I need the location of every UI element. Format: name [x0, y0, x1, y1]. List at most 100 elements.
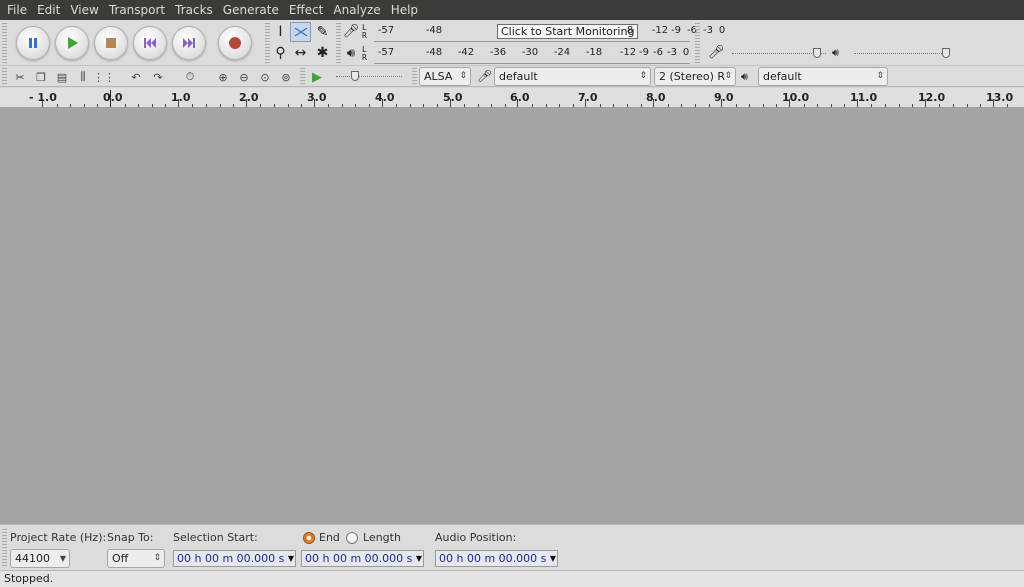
zoom-in-icon[interactable]: ⊕ — [213, 68, 233, 86]
ruler-minor-tick — [641, 104, 642, 107]
ruler-minor-tick — [776, 104, 777, 107]
menu-help[interactable]: Help — [386, 0, 423, 20]
skip-to-end-button[interactable] — [172, 26, 206, 60]
play-speed-slider[interactable] — [336, 76, 402, 77]
menu-transport[interactable]: Transport — [104, 0, 170, 20]
paste-icon[interactable]: ▤ — [52, 68, 72, 86]
speaker-icon: 🔊︎ — [832, 46, 839, 59]
skip-to-start-button[interactable] — [133, 26, 167, 60]
ruler-minor-tick — [953, 104, 954, 107]
play-at-speed-grip[interactable] — [300, 68, 305, 86]
playback-volume-thumb[interactable] — [942, 48, 950, 58]
microphone-icon: 🎤︎ — [477, 69, 493, 83]
ruler-minor-tick — [301, 104, 302, 107]
time-shift-tool-icon[interactable]: ↔ — [290, 43, 311, 63]
selection-end-field[interactable]: 00 h 00 m 00.000 s ▼ — [301, 550, 424, 567]
chevron-down-icon: ▼ — [549, 554, 556, 563]
play-speed-thumb[interactable] — [351, 71, 359, 81]
ruler-minor-tick — [57, 104, 58, 107]
audio-host-select[interactable]: ALSA ⇕ — [419, 67, 471, 86]
play-at-speed-icon[interactable]: ▶ — [307, 68, 327, 86]
cut-icon[interactable]: ✂ — [10, 68, 30, 86]
meter-tick-label: -12 — [651, 24, 669, 36]
selection-toolbar-grip[interactable] — [2, 529, 7, 567]
ruler-minor-tick — [573, 104, 574, 107]
skip-start-icon — [144, 38, 156, 48]
selection-tool-icon[interactable]: I — [270, 22, 291, 42]
draw-tool-icon[interactable]: ✎ — [312, 22, 333, 42]
meter-tick-label: -57 — [377, 24, 395, 36]
ruler-label: 4.0 — [375, 91, 395, 104]
redo-icon[interactable]: ↷ — [148, 68, 168, 86]
fit-selection-icon[interactable]: ⊙ — [255, 68, 275, 86]
ruler-minor-tick — [831, 104, 832, 107]
ruler-label: 2.0 — [239, 91, 259, 104]
menu-effect[interactable]: Effect — [284, 0, 329, 20]
zoom-tool-icon[interactable]: ⚲ — [270, 43, 291, 63]
edit-device-row: ✂ ❐ ▤ ⫼ ⋮⋮ ↶ ↷ ⏱ ⊕ ⊖ ⊙ ⊚ ▶ ALSA ⇕ 🎤︎ defa… — [0, 65, 1024, 87]
meter-tick-label: 0 — [718, 24, 726, 36]
menu-file[interactable]: File — [2, 0, 32, 20]
playback-device-select[interactable]: default ⇕ — [758, 67, 888, 86]
end-radio[interactable] — [303, 532, 315, 544]
menu-edit[interactable]: Edit — [32, 0, 65, 20]
microphone-icon[interactable]: 🎤︎ — [340, 22, 362, 42]
multi-tool-icon[interactable]: ✱ — [312, 43, 333, 63]
recording-meter[interactable]: 🎤︎ LR Click to Start Monitoring -57 -48 8-… — [340, 21, 725, 42]
chevron-down-icon: ▼ — [287, 554, 294, 563]
ruler-minor-tick — [695, 104, 696, 107]
ruler-minor-tick — [220, 104, 221, 107]
trim-icon[interactable]: ⫼ — [73, 68, 93, 86]
play-head-marker[interactable] — [110, 90, 111, 107]
recording-volume-thumb[interactable] — [812, 48, 821, 58]
meter-tick-label: -24 — [553, 46, 571, 58]
transport-toolbar-grip[interactable] — [2, 23, 7, 63]
timeline-ruler[interactable]: - 1.0 0.0 1.0 2.0 3.0 4.0 5.0 6.0 7.0 8.0 9.0 10.0 1… — [0, 88, 1024, 108]
audio-position-field[interactable]: 00 h 00 m 00.000 s ▼ — [435, 550, 558, 567]
menu-generate[interactable]: Generate — [218, 0, 284, 20]
recording-channels-select[interactable]: 2 (Stereo) R ⇕ — [654, 67, 736, 86]
stop-button[interactable] — [94, 26, 128, 60]
ruler-minor-tick — [844, 104, 845, 107]
copy-icon[interactable]: ❐ — [31, 68, 51, 86]
ruler-minor-tick — [437, 104, 438, 107]
meter-tick-label: -18 — [585, 46, 603, 58]
ruler-minor-tick — [912, 104, 913, 107]
ruler-minor-tick — [600, 104, 601, 107]
sync-lock-icon[interactable]: ⏱ — [180, 68, 200, 86]
fit-project-icon[interactable]: ⊚ — [276, 68, 296, 86]
envelope-tool-icon[interactable] — [290, 22, 311, 42]
track-panel[interactable] — [0, 108, 1024, 524]
ruler-label: 6.0 — [510, 91, 530, 104]
undo-icon[interactable]: ↶ — [126, 68, 146, 86]
silence-icon[interactable]: ⋮⋮ — [93, 68, 115, 86]
play-button[interactable] — [55, 26, 89, 60]
project-rate-combo[interactable]: 44100 ▼ — [10, 549, 70, 568]
ruler-minor-tick — [260, 104, 261, 107]
menu-analyze[interactable]: Analyze — [328, 0, 385, 20]
ruler-minor-tick — [84, 104, 85, 107]
ruler-minor-tick — [559, 104, 560, 107]
speaker-icon[interactable]: 🔊︎ — [340, 44, 362, 64]
chevron-updown-icon: ⇕ — [876, 71, 884, 81]
selection-start-field[interactable]: 00 h 00 m 00.000 s ▼ — [173, 550, 296, 567]
recording-volume-slider[interactable] — [732, 53, 826, 54]
speaker-icon: 🔊︎ — [741, 70, 748, 83]
ruler-minor-tick — [613, 104, 614, 107]
playback-meter[interactable]: 🔊︎ LR -57 -48 -42 -36 -30 -24 -18 -12 -9 -6 -3 0 — [340, 43, 692, 64]
zoom-out-icon[interactable]: ⊖ — [234, 68, 254, 86]
snap-to-label: Snap To: — [107, 531, 154, 544]
record-button[interactable] — [218, 26, 252, 60]
snap-to-select[interactable]: Off ⇕ — [107, 549, 165, 568]
length-radio[interactable] — [346, 532, 358, 544]
edit-toolbar-grip[interactable] — [2, 68, 7, 86]
menu-tracks[interactable]: Tracks — [170, 0, 218, 20]
pause-button[interactable] — [16, 26, 50, 60]
ruler-label: 5.0 — [443, 91, 463, 104]
device-toolbar-grip[interactable] — [412, 68, 417, 86]
meter-tick-label: -9 — [639, 46, 649, 58]
recording-device-select[interactable]: default ⇕ — [494, 67, 651, 86]
menu-view[interactable]: View — [65, 0, 103, 20]
ruler-label: 1.0 — [171, 91, 191, 104]
playback-volume-slider[interactable] — [854, 53, 948, 54]
